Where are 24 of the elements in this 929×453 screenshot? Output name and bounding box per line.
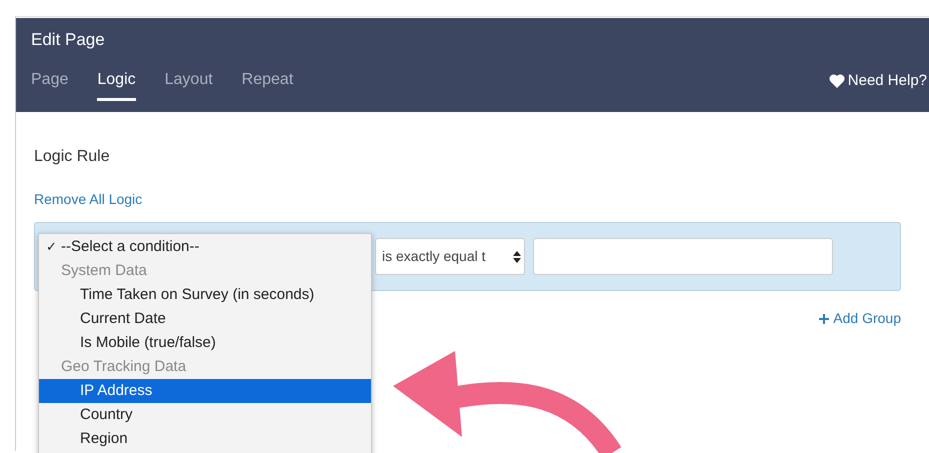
menu-option[interactable]: ✓ --Select a condition-- [39,235,371,259]
tab[interactable]: Logic [97,68,136,102]
menu-option[interactable]: Time Taken on Survey (in seconds) [39,283,371,307]
plus-icon [819,314,830,324]
tab[interactable]: Page [31,68,68,102]
menu-option[interactable]: Country [39,403,371,427]
tab[interactable]: Layout [164,68,213,102]
menu-option[interactable]: Is Mobile (true/false) [39,331,371,355]
heart-icon [828,74,845,88]
remove-all-logic-link[interactable]: Remove All Logic [34,191,142,207]
need-help-link[interactable]: Need Help? [828,70,927,102]
window-title: Edit Page [31,30,106,50]
tab[interactable]: Repeat [242,68,294,102]
operator-select[interactable]: is exactly equal t [375,238,525,275]
add-group-link[interactable]: Add Group [819,308,901,329]
menu-option[interactable]: Region [39,427,371,451]
menu-option[interactable]: IP Address [39,379,371,403]
menu-option[interactable]: Current Date [39,307,371,331]
check-mark: ✓ [46,238,58,256]
menu-group-label: Geo Tracking Data [60,357,188,377]
section-title: Logic Rule [34,147,111,167]
menu-group-label: System Data [60,261,148,281]
updown-icon [513,250,521,262]
value-input[interactable] [533,238,833,275]
